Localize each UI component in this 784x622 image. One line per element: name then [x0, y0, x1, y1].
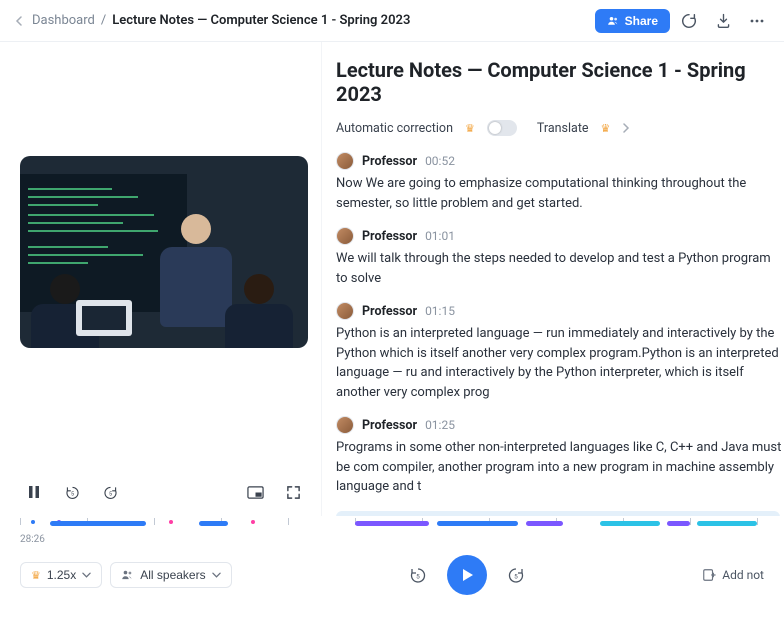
footer-controls: ♛ 1.25x All speakers 5 5 Add not	[0, 545, 784, 605]
share-button-label: Share	[625, 14, 658, 28]
transcript-segment[interactable]: Professor 01:15 Python is an interpreted…	[336, 302, 784, 410]
people-icon	[607, 15, 619, 27]
fullscreen-button[interactable]	[281, 480, 305, 504]
rewind-5-button[interactable]: 5	[60, 480, 84, 504]
speakers-filter-label: All speakers	[140, 568, 205, 582]
seek-forward-button[interactable]: 5	[505, 564, 527, 586]
speaker-name: Professor	[362, 154, 417, 169]
crown-icon: ♛	[465, 122, 475, 135]
add-note-label: Add not	[722, 568, 764, 582]
people-icon	[121, 569, 134, 581]
seek-back-button[interactable]: 5	[407, 564, 429, 586]
document-title: Lecture Notes — Computer Science 1 - Spr…	[336, 58, 784, 106]
breadcrumb-root[interactable]: Dashboard	[32, 13, 95, 28]
speaker-avatar	[336, 302, 354, 320]
speaker-avatar	[336, 416, 354, 434]
play-button[interactable]	[447, 555, 487, 595]
segment-timestamp: 01:01	[425, 229, 455, 243]
more-button[interactable]	[742, 6, 772, 36]
svg-text:5: 5	[514, 573, 518, 581]
playback-speed-button[interactable]: ♛ 1.25x	[20, 562, 102, 588]
download-button[interactable]	[708, 6, 738, 36]
segment-text: Now We are going to emphasize computatio…	[336, 174, 784, 213]
auto-correction-label: Automatic correction	[336, 121, 453, 136]
speaker-avatar	[336, 152, 354, 170]
timeline-section: 28:26	[0, 516, 784, 545]
chevron-right-icon[interactable]	[622, 123, 630, 133]
auto-correction-toggle[interactable]	[487, 120, 517, 136]
segment-timestamp: 01:15	[425, 304, 455, 318]
forward-5-button[interactable]: 5	[98, 480, 122, 504]
add-note-button[interactable]: Add not	[702, 568, 764, 582]
video-preview[interactable]	[20, 156, 308, 348]
translate-label: Translate	[537, 121, 589, 136]
main: 5 5 Lecture Notes — Computer Science 1 -…	[0, 42, 784, 516]
crown-icon: ♛	[601, 122, 611, 135]
playback-speed-label: 1.25x	[47, 568, 76, 582]
header: Dashboard / Lecture Notes — Computer Sci…	[0, 0, 784, 42]
segment-timestamp: 01:25	[425, 418, 455, 432]
transcript-column: Lecture Notes — Computer Science 1 - Spr…	[322, 42, 784, 516]
segment-text: Programs in some other non-interpreted l…	[336, 438, 784, 497]
segment-timestamp: 00:52	[425, 154, 455, 168]
speaker-name: Professor	[362, 304, 417, 319]
speakers-filter-button[interactable]: All speakers	[110, 562, 231, 588]
crown-icon: ♛	[31, 569, 41, 582]
breadcrumb-current: Lecture Notes — Computer Science 1 - Spr…	[112, 13, 410, 28]
chevron-down-icon	[82, 572, 91, 578]
pause-button[interactable]	[22, 480, 46, 504]
transcript-segment[interactable]: Professor 01:01 We will talk through the…	[336, 227, 784, 296]
video-controls: 5 5	[20, 480, 307, 506]
share-button[interactable]: Share	[595, 9, 670, 33]
note-plus-icon	[702, 568, 716, 582]
segment-text: We will talk through the steps needed to…	[336, 249, 784, 288]
chevron-down-icon	[212, 572, 221, 578]
pip-button[interactable]	[243, 480, 267, 504]
transcript-list: Professor 00:52 Now We are going to emph…	[336, 152, 784, 516]
collapse-sidebar-button[interactable]	[12, 14, 26, 28]
transcript-segment[interactable]: Professor 00:52 Now We are going to emph…	[336, 152, 784, 221]
svg-text:5: 5	[70, 491, 73, 497]
breadcrumb-separator: /	[101, 13, 106, 28]
play-icon	[459, 567, 475, 583]
transcript-segment[interactable]: Professor 01:25 Programs in some other n…	[336, 416, 784, 505]
speaker-avatar	[336, 227, 354, 245]
svg-text:5: 5	[108, 491, 111, 497]
timeline-track[interactable]	[20, 516, 764, 532]
refresh-button[interactable]	[674, 6, 704, 36]
speaker-name: Professor	[362, 229, 417, 244]
timeline-current-time: 28:26	[20, 534, 764, 545]
video-column: 5 5	[0, 42, 322, 516]
options-row: Automatic correction ♛ Translate ♛	[336, 120, 784, 136]
segment-text: Python is an interpreted language — run …	[336, 324, 784, 402]
svg-text:5: 5	[416, 573, 420, 581]
speaker-name: Professor	[362, 418, 417, 433]
